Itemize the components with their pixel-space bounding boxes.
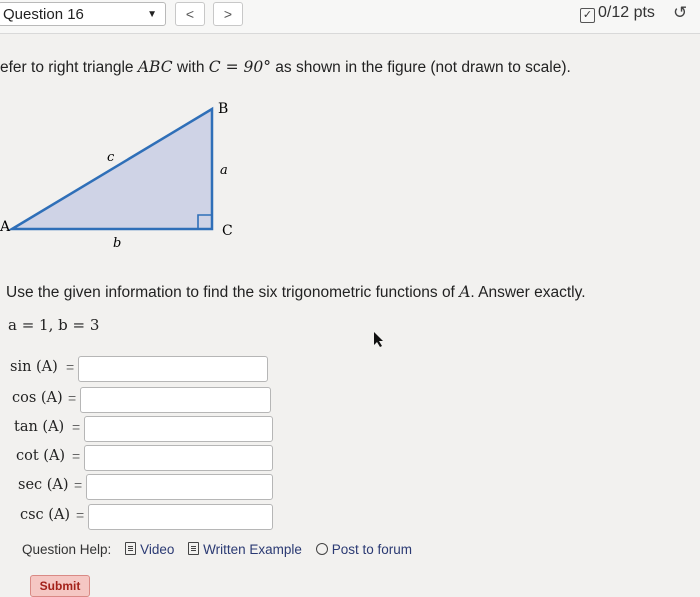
triangle-name: ABC bbox=[137, 58, 173, 76]
post-to-forum-text: Post to forum bbox=[331, 542, 412, 557]
triangle-shape bbox=[7, 106, 214, 231]
intro-prefix: efer to right triangle bbox=[0, 59, 134, 76]
sec-answer-input[interactable] bbox=[86, 474, 273, 500]
written-example-text: Written Example bbox=[203, 542, 302, 557]
vertex-c-label: C bbox=[222, 223, 233, 239]
intro-suffix: as shown in the figure (not drawn to sca… bbox=[275, 59, 571, 76]
answer-label-cos: cos (A) bbox=[12, 390, 63, 406]
answer-label-csc: csc (A) bbox=[20, 507, 71, 523]
instruction-text: Use the given information to find the si… bbox=[6, 283, 586, 302]
sin-answer-input[interactable] bbox=[78, 356, 268, 382]
side-c-label: c bbox=[107, 150, 115, 165]
vertex-a-label: A bbox=[0, 219, 11, 235]
equals-sign: = bbox=[76, 507, 85, 523]
post-to-forum-link[interactable]: Post to forum bbox=[315, 542, 412, 557]
answer-row-cot: cot (A) = bbox=[0, 445, 274, 471]
answer-label-sin: sin (A) bbox=[10, 359, 58, 375]
video-link[interactable]: Video bbox=[125, 542, 174, 557]
cot-answer-input[interactable] bbox=[84, 445, 273, 471]
chevron-right-icon: > bbox=[223, 6, 233, 22]
given-values: a = 1, b = 3 bbox=[8, 316, 100, 334]
tan-answer-input[interactable] bbox=[84, 416, 273, 442]
redo-icon[interactable]: ↺ bbox=[673, 3, 687, 23]
answer-label-cot: cot (A) bbox=[16, 448, 66, 464]
written-example-link[interactable]: Written Example bbox=[188, 542, 302, 557]
instruction-var: A bbox=[459, 283, 471, 301]
submit-button[interactable]: Submit bbox=[30, 575, 90, 597]
question-label: Question 16 bbox=[3, 6, 84, 23]
side-a-label: a bbox=[220, 163, 228, 178]
chevron-left-icon: < bbox=[185, 6, 195, 22]
points-indicator: ✓ 0/12 pts bbox=[580, 4, 655, 23]
answer-label-sec: sec (A) bbox=[18, 477, 69, 493]
triangle-figure: A B C a b c bbox=[0, 101, 233, 251]
side-b-label: b bbox=[113, 236, 121, 251]
answer-row-csc: csc (A) = bbox=[0, 504, 274, 530]
vertex-b-label: B bbox=[218, 101, 228, 117]
cos-answer-input[interactable] bbox=[80, 387, 271, 413]
question-help-label: Question Help: bbox=[22, 542, 112, 557]
question-help: Question Help: Video Written Example Pos… bbox=[22, 542, 412, 557]
instruction-suffix: . Answer exactly. bbox=[470, 284, 586, 301]
document-icon bbox=[188, 542, 200, 555]
problem-intro: efer to right triangle ABC with C = 90° … bbox=[0, 58, 571, 77]
instruction-main: Use the given information to find the si… bbox=[6, 284, 455, 301]
angle-condition: C = 90° bbox=[208, 58, 271, 76]
equals-sign: = bbox=[74, 477, 83, 493]
answer-row-cos: cos (A) = bbox=[0, 387, 272, 413]
checkbox-icon: ✓ bbox=[580, 8, 595, 23]
answer-label-tan: tan (A) bbox=[14, 419, 65, 435]
equals-sign: = bbox=[66, 359, 75, 375]
answer-row-sec: sec (A) = bbox=[0, 474, 274, 500]
next-question-button[interactable]: > bbox=[213, 2, 243, 26]
equals-sign: = bbox=[72, 448, 81, 464]
document-icon bbox=[125, 542, 137, 555]
equals-sign: = bbox=[72, 419, 81, 435]
answer-row-sin: sin (A) = bbox=[0, 356, 270, 382]
intro-with: with bbox=[176, 59, 205, 76]
equals-sign: = bbox=[68, 390, 77, 406]
chevron-down-icon: ▼ bbox=[147, 9, 157, 20]
answer-row-tan: tan (A) = bbox=[0, 416, 274, 442]
video-link-text: Video bbox=[140, 542, 175, 557]
mouse-cursor-icon bbox=[374, 332, 383, 347]
question-toolbar: Question 16 ▼ < > ✓ 0/12 pts ↺ bbox=[0, 0, 700, 34]
speech-bubble-icon bbox=[315, 543, 328, 555]
previous-question-button[interactable]: < bbox=[175, 2, 205, 26]
csc-answer-input[interactable] bbox=[88, 504, 273, 530]
question-selector[interactable]: Question 16 ▼ bbox=[0, 2, 166, 26]
points-text: 0/12 pts bbox=[598, 4, 655, 21]
